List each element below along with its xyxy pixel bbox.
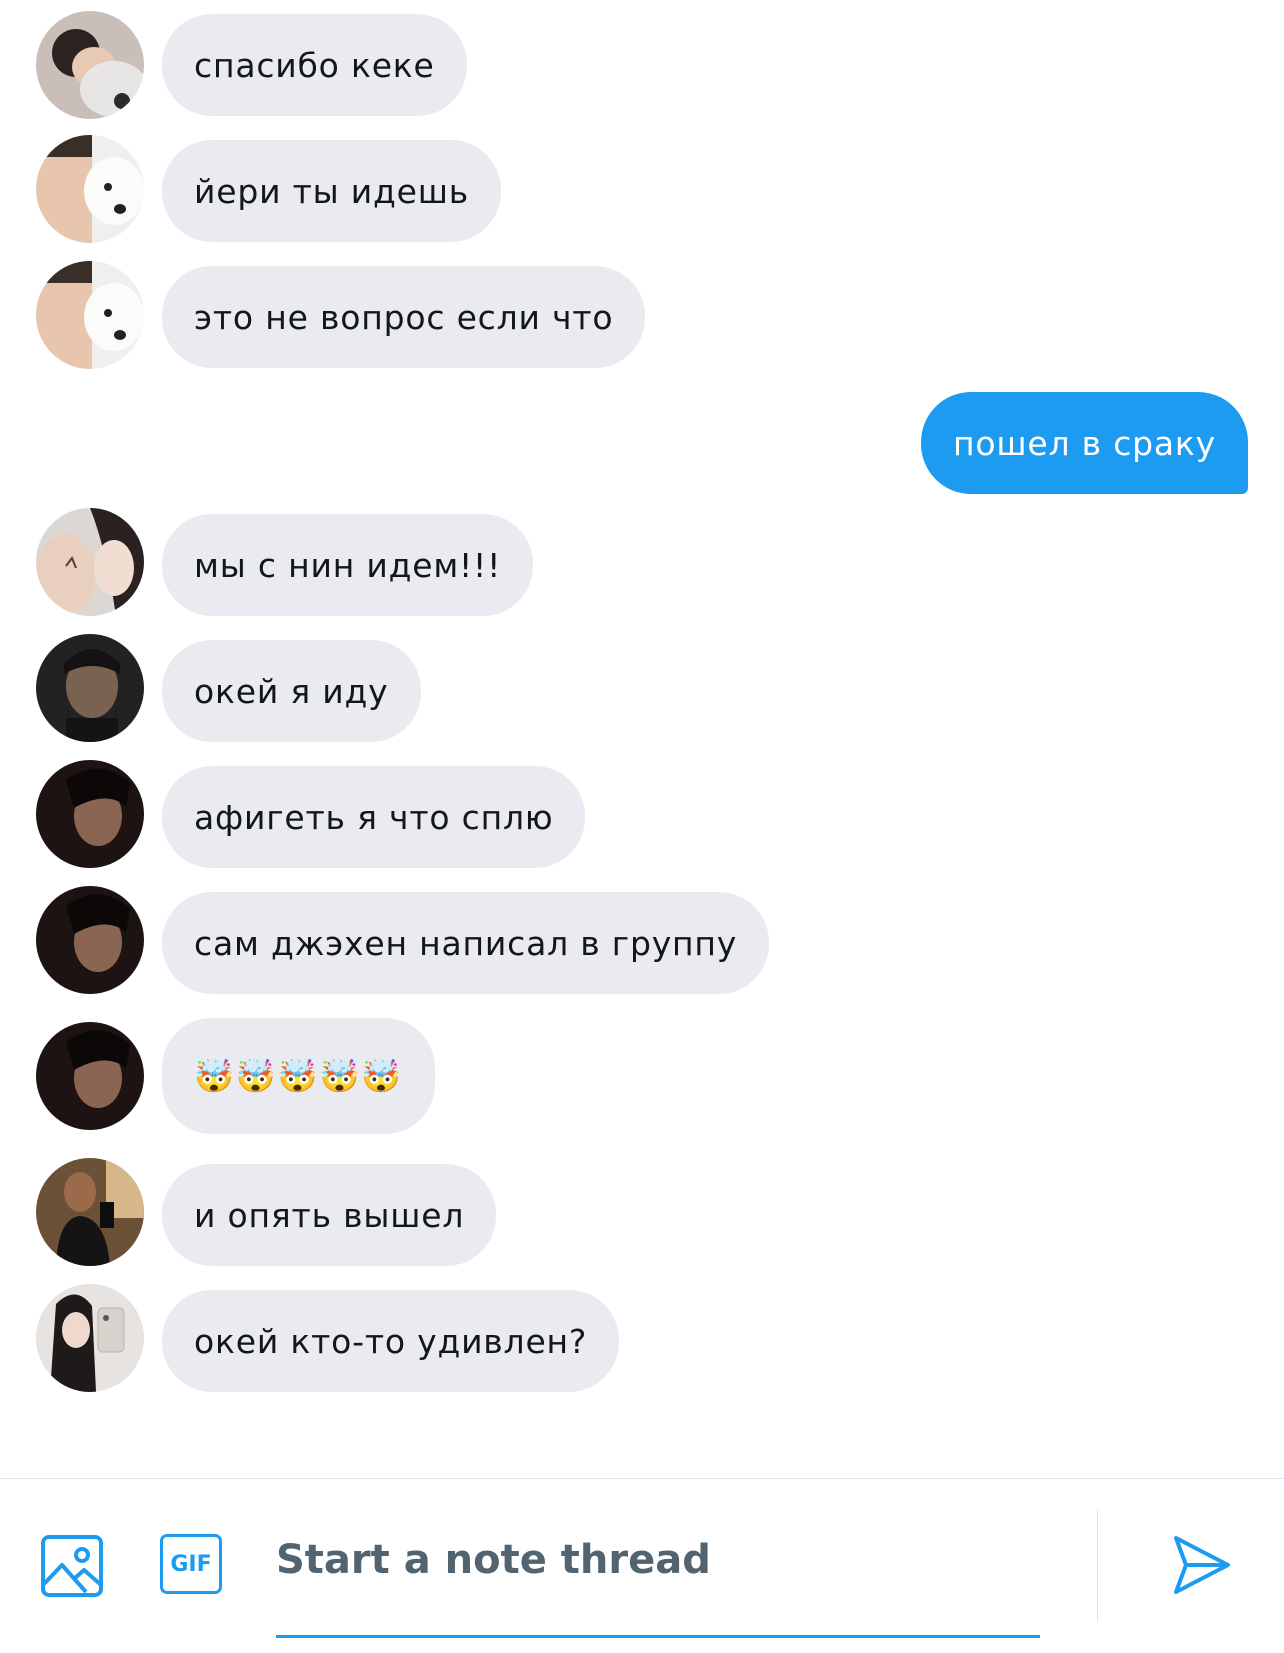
note-thread-input[interactable] (276, 1521, 1040, 1599)
message-bubble[interactable]: окей я иду (162, 640, 421, 742)
message-thread: спасибо кеке йери ты идешь это не вопрос… (0, 0, 1284, 1478)
avatar[interactable] (36, 508, 144, 616)
image-icon[interactable] (40, 1534, 104, 1598)
message-bubble[interactable]: йери ты идешь (162, 140, 502, 242)
avatar[interactable] (36, 11, 144, 119)
message-bubble[interactable]: это не вопрос если что (162, 266, 646, 368)
send-icon[interactable] (1170, 1534, 1232, 1596)
input-underline (276, 1635, 1040, 1638)
avatar[interactable] (36, 634, 144, 742)
message-bubble[interactable]: и опять вышел (162, 1164, 497, 1266)
avatar[interactable] (36, 135, 144, 243)
message-bubble[interactable]: сам джэхен написал в группу (162, 892, 770, 994)
avatar[interactable] (36, 760, 144, 868)
avatar[interactable] (36, 886, 144, 994)
message-bubble[interactable]: окей кто-то удивлен? (162, 1290, 620, 1392)
composer: GIF (0, 1478, 1284, 1653)
avatar[interactable] (36, 261, 144, 369)
message-bubble[interactable]: мы с нин идем!!! (162, 514, 534, 616)
message-bubble[interactable]: афигеть я что сплю (162, 766, 586, 868)
message-bubble[interactable]: 🤯🤯🤯🤯🤯 (162, 1018, 436, 1134)
avatar[interactable] (36, 1022, 144, 1130)
message-bubble-outgoing[interactable]: пошел в сраку (921, 392, 1248, 494)
divider (1097, 1509, 1098, 1621)
gif-button[interactable]: GIF (160, 1534, 222, 1594)
avatar[interactable] (36, 1158, 144, 1266)
avatar[interactable] (36, 1284, 144, 1392)
message-bubble[interactable]: спасибо кеке (162, 14, 467, 116)
